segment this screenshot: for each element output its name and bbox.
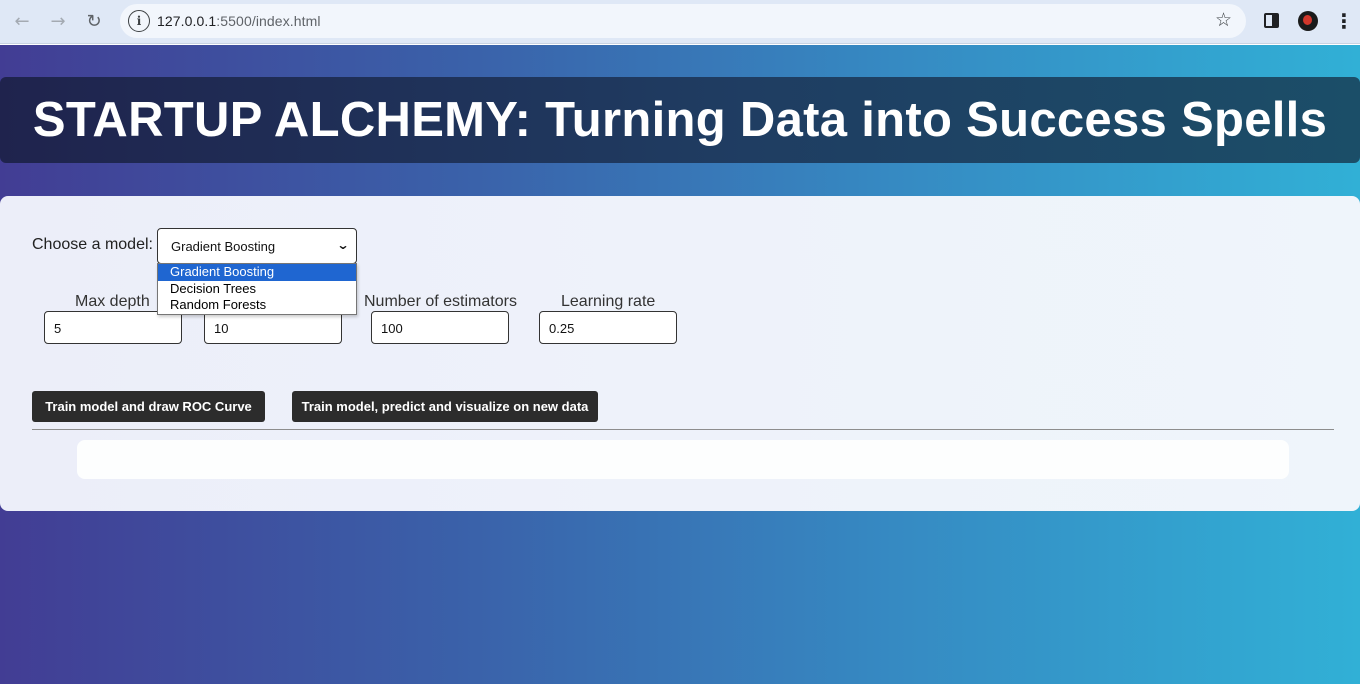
learning-rate-label: Learning rate bbox=[561, 293, 656, 310]
profile-avatar[interactable] bbox=[1298, 11, 1318, 31]
browser-toolbar: ← → ↻ i 127.0.0.1:5500/index.html ☆ ⋮ bbox=[0, 0, 1360, 44]
header-banner: STARTUP ALCHEMY: Turning Data into Succe… bbox=[0, 77, 1360, 163]
url-text[interactable]: 127.0.0.1:5500/index.html bbox=[157, 13, 321, 29]
model-option-decision-trees[interactable]: Decision Trees bbox=[158, 281, 356, 298]
model-form-panel: Choose a model: Gradient Boosting ⌄ Grad… bbox=[0, 196, 1360, 511]
back-arrow-icon[interactable]: ← bbox=[9, 8, 35, 34]
max-depth-input[interactable]: 5 bbox=[44, 311, 182, 344]
n-estimators-label: Number of estimators bbox=[364, 293, 517, 310]
max-depth-label: Max depth bbox=[75, 293, 150, 310]
address-bar[interactable]: i 127.0.0.1:5500/index.html ☆ bbox=[120, 4, 1246, 38]
model-select[interactable]: Gradient Boosting ⌄ bbox=[157, 228, 357, 264]
bookmark-star-icon[interactable]: ☆ bbox=[1215, 9, 1232, 31]
browser-menu-icon[interactable]: ⋮ bbox=[1334, 8, 1354, 34]
url-path: :5500/index.html bbox=[216, 13, 321, 29]
param-2-input[interactable]: 10 bbox=[204, 311, 342, 344]
page-background: STARTUP ALCHEMY: Turning Data into Succe… bbox=[0, 45, 1360, 684]
n-estimators-input[interactable]: 100 bbox=[371, 311, 509, 344]
model-select-label: Choose a model: bbox=[32, 236, 153, 253]
divider bbox=[32, 429, 1334, 430]
forward-arrow-icon[interactable]: → bbox=[45, 8, 71, 34]
train-roc-button[interactable]: Train model and draw ROC Curve bbox=[32, 391, 265, 422]
reload-icon[interactable]: ↻ bbox=[81, 8, 107, 34]
side-panel-icon[interactable] bbox=[1264, 13, 1279, 28]
chevron-down-icon: ⌄ bbox=[336, 238, 350, 252]
train-predict-button[interactable]: Train model, predict and visualize on ne… bbox=[292, 391, 598, 422]
results-output-area bbox=[77, 440, 1289, 479]
site-info-icon[interactable]: i bbox=[128, 10, 150, 32]
learning-rate-input[interactable]: 0.25 bbox=[539, 311, 677, 344]
model-dropdown-list: Gradient Boosting Decision Trees Random … bbox=[157, 263, 357, 315]
model-option-random-forests[interactable]: Random Forests bbox=[158, 297, 356, 314]
model-select-value: Gradient Boosting bbox=[171, 239, 276, 254]
model-option-gradient-boosting[interactable]: Gradient Boosting bbox=[158, 264, 356, 281]
page-title: STARTUP ALCHEMY: Turning Data into Succe… bbox=[32, 93, 1328, 147]
url-host: 127.0.0.1 bbox=[157, 13, 217, 29]
